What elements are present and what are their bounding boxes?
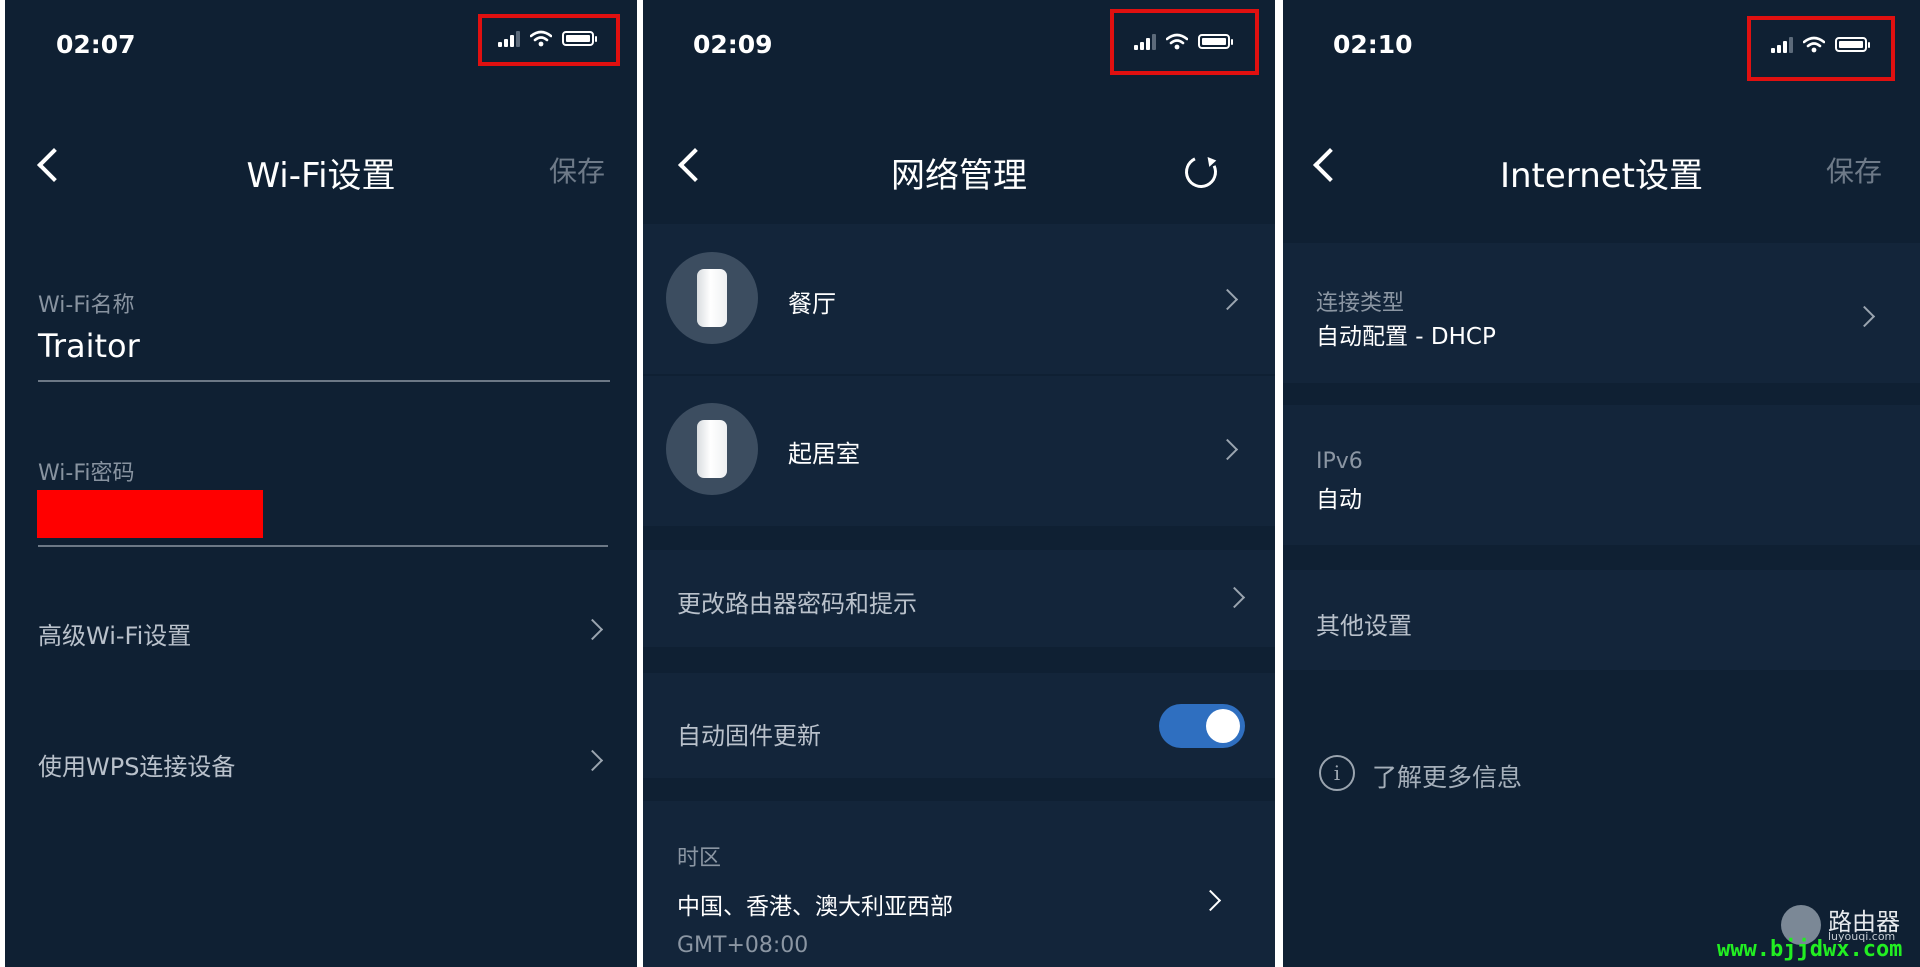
other-settings-row[interactable]: 其他设置 — [1283, 570, 1920, 670]
node-list-item[interactable]: 餐厅 — [643, 224, 1275, 374]
info-icon: i — [1319, 755, 1355, 791]
status-icons — [1771, 36, 1870, 53]
change-password-row[interactable]: 更改路由器密码和提示 — [643, 550, 1275, 647]
node-name: 起居室 — [788, 440, 860, 468]
wifi-icon — [1803, 36, 1825, 53]
wifi-icon — [530, 30, 552, 47]
chevron-right-icon — [581, 618, 604, 641]
ipv6-label: IPv6 — [1316, 449, 1363, 474]
page-title: 网络管理 — [891, 156, 1027, 196]
router-node-icon — [666, 403, 758, 495]
status-icons — [498, 30, 597, 47]
connection-type-value: 自动配置 - DHCP — [1316, 324, 1496, 350]
wifi-password-redaction[interactable] — [37, 490, 263, 538]
learn-more-label: 了解更多信息 — [1372, 763, 1523, 792]
internet-settings-screen: 02:10 Internet设置 保存 连接类型 自动配置 - DHCP IPv… — [1283, 0, 1920, 967]
ipv6-row[interactable]: IPv6 自动 — [1283, 405, 1920, 545]
timezone-value: 中国、香港、澳大利亚西部 — [677, 894, 953, 920]
wifi-settings-screen: 02:07 Wi-Fi设置 保存 Wi-Fi名称 Traitor Wi-Fi密码… — [5, 0, 637, 967]
node-list-item[interactable]: 起居室 — [643, 376, 1275, 526]
save-button[interactable]: 保存 — [1826, 150, 1882, 190]
advanced-wifi-row[interactable]: 高级Wi-Fi设置 — [5, 600, 637, 660]
wps-row[interactable]: 使用WPS连接设备 — [5, 731, 637, 791]
auto-firmware-toggle[interactable] — [1159, 704, 1245, 748]
wifi-name-underline — [38, 380, 610, 382]
status-icons-highlight — [478, 14, 620, 66]
change-password-label: 更改路由器密码和提示 — [677, 590, 917, 618]
wifi-password-label: Wi-Fi密码 — [38, 461, 135, 486]
chevron-right-icon — [1853, 305, 1876, 328]
battery-icon — [562, 31, 597, 46]
watermark-url: www.bjjdwx.com — [1717, 937, 1903, 962]
connection-type-row[interactable]: 连接类型 自动配置 - DHCP — [1283, 243, 1920, 383]
other-settings-label: 其他设置 — [1316, 612, 1412, 640]
chevron-right-icon — [581, 749, 604, 772]
wifi-password-underline — [38, 545, 608, 547]
chevron-right-icon — [1199, 889, 1222, 912]
timezone-row[interactable]: 时区 中国、香港、澳大利亚西部 GMT+08:00 — [643, 801, 1275, 967]
battery-icon — [1198, 34, 1233, 49]
connection-type-label: 连接类型 — [1316, 291, 1405, 316]
wifi-name-label: Wi-Fi名称 — [38, 293, 135, 318]
battery-icon — [1835, 37, 1870, 52]
status-time: 02:10 — [1333, 30, 1413, 59]
signal-icon — [1134, 33, 1156, 50]
status-time: 02:09 — [693, 30, 773, 59]
chevron-right-icon — [1216, 438, 1239, 461]
ipv6-value: 自动 — [1316, 487, 1362, 513]
page-title: Wi-Fi设置 — [246, 156, 396, 196]
wifi-name-field[interactable]: Traitor — [38, 327, 140, 365]
auto-firmware-row: 自动固件更新 — [643, 673, 1275, 778]
network-management-screen: 02:09 网络管理 餐厅 起居室 更改路由器密码和提示 自动固件更新 时区 中… — [643, 0, 1275, 967]
status-icons-highlight — [1110, 9, 1259, 75]
node-name: 餐厅 — [788, 290, 836, 318]
wifi-icon — [1166, 33, 1188, 50]
status-icons — [1134, 33, 1233, 50]
advanced-wifi-label: 高级Wi-Fi设置 — [38, 622, 192, 650]
learn-more-link[interactable]: i 了解更多信息 — [1319, 755, 1619, 795]
signal-icon — [1771, 36, 1793, 53]
router-node-icon — [666, 252, 758, 344]
timezone-offset: GMT+08:00 — [677, 933, 809, 958]
signal-icon — [498, 30, 520, 47]
status-icons-highlight — [1747, 16, 1895, 81]
chevron-right-icon — [1223, 586, 1246, 609]
auto-firmware-label: 自动固件更新 — [677, 722, 821, 750]
chevron-right-icon — [1216, 288, 1239, 311]
timezone-label: 时区 — [677, 846, 722, 871]
wps-label: 使用WPS连接设备 — [38, 753, 236, 781]
page-title: Internet设置 — [1499, 156, 1703, 196]
save-button[interactable]: 保存 — [549, 150, 605, 190]
status-time: 02:07 — [56, 30, 136, 59]
